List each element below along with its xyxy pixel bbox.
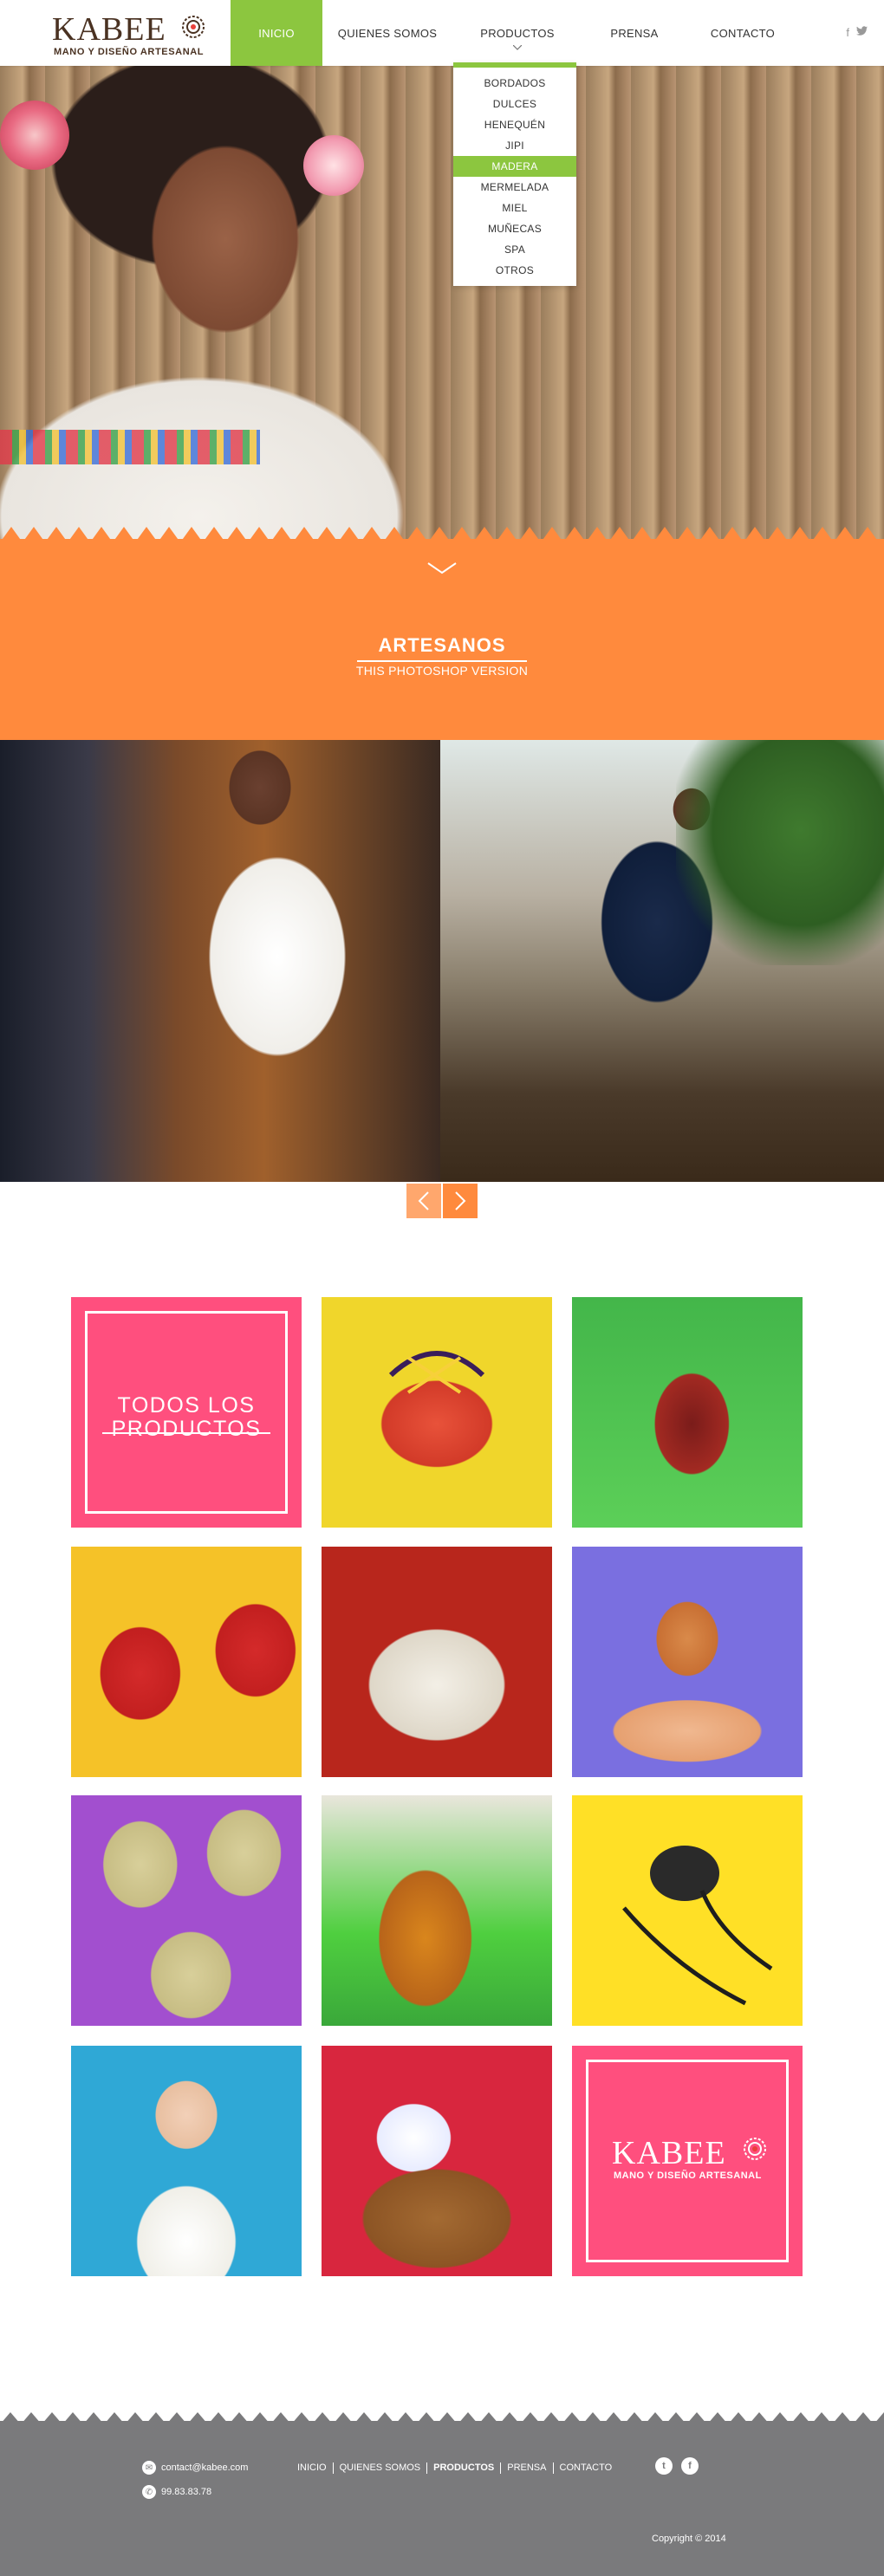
dropdown-item-miel[interactable]: MIEL	[453, 198, 576, 218]
footer-nav: INICIO QUIENES SOMOS PRODUCTOS PRENSA CO…	[291, 2462, 618, 2474]
logo-wordmark: KABEE	[612, 2135, 726, 2171]
flower-icon	[182, 16, 205, 38]
dropdown-item-jipi[interactable]: JIPI	[453, 135, 576, 156]
dropdown-item-bordados[interactable]: BORDADOS	[453, 73, 576, 94]
red-birds-tile[interactable]	[71, 1547, 302, 1777]
flower-icon	[744, 2138, 766, 2160]
chevron-left-icon	[418, 1191, 429, 1210]
basket-lid-pattern	[388, 1351, 485, 1394]
embroidery	[0, 430, 260, 464]
facebook-icon[interactable]: f	[681, 2457, 699, 2475]
productos-dropdown: BORDADOS DULCES HENEQUÉN JIPI MADERA MER…	[453, 62, 576, 286]
band-title-underline	[357, 660, 527, 662]
hair-flower	[0, 101, 69, 170]
site-footer	[0, 2421, 884, 2576]
hero-image-artisan-woman	[0, 66, 884, 539]
zigzag-divider	[0, 527, 884, 542]
envelope-icon: ✉	[142, 2461, 156, 2475]
dropdown-accent-bar	[453, 62, 576, 68]
chevron-down-icon	[513, 45, 522, 50]
dropdown-item-mermelada[interactable]: MERMELADA	[453, 177, 576, 198]
dropdown-item-munecas[interactable]: MUÑECAS	[453, 218, 576, 239]
footer-phone[interactable]: ✆ 99.83.83.78	[142, 2485, 211, 2499]
gallery-photo-embroidery-woman	[0, 740, 440, 1182]
honey-jar-tile[interactable]	[322, 1795, 552, 2026]
hair-flower	[303, 135, 364, 196]
kabee-logo-tile[interactable]: KABEE MANO Y DISEÑO ARTESANAL	[572, 2046, 803, 2276]
footer-nav-inicio[interactable]: INICIO	[291, 2462, 334, 2474]
gift-basket-tile[interactable]	[322, 2046, 552, 2276]
footer-nav-productos[interactable]: PRODUCTOS	[427, 2462, 502, 2474]
doll-tile[interactable]	[71, 2046, 302, 2276]
band-subtitle: THIS PHOTOSHOP VERSION	[355, 664, 529, 678]
twitter-icon[interactable]	[856, 26, 868, 36]
footer-email[interactable]: ✉ contact@kabee.com	[142, 2461, 248, 2475]
logo-tagline: MANO Y DISEÑO ARTESANAL	[54, 47, 205, 57]
chevron-down-icon[interactable]	[426, 561, 458, 575]
dropdown-item-madera[interactable]: MADERA	[453, 156, 576, 177]
spa-bowl-tile[interactable]	[322, 1547, 552, 1777]
footer-social: t f	[655, 2457, 699, 2475]
main-nav: INICIO QUIENES SOMOS PRODUCTOS PRENSA CO…	[231, 0, 799, 66]
footer-phone-text: 99.83.83.78	[161, 2487, 212, 2497]
logo-wordmark: KABEE	[52, 11, 166, 48]
footer-nav-contacto[interactable]: CONTACTO	[554, 2462, 619, 2474]
gallery-next-button[interactable]	[443, 1184, 478, 1218]
nav-item-inicio[interactable]: INICIO	[231, 0, 322, 66]
footer-nav-prensa[interactable]: PRENSA	[501, 2462, 554, 2474]
copyright: Copyright © 2014	[652, 2534, 726, 2544]
nav-item-quienes-somos[interactable]: QUIENES SOMOS	[322, 0, 452, 66]
nav-item-productos[interactable]: PRODUCTOS	[452, 0, 582, 66]
logo-tagline: MANO Y DISEÑO ARTESANAL	[614, 2170, 762, 2181]
twitter-icon[interactable]: t	[655, 2457, 673, 2475]
dropdown-item-spa[interactable]: SPA	[453, 239, 576, 260]
plants	[676, 740, 884, 965]
header-social: f	[846, 26, 868, 39]
turtle-necklace-tile[interactable]	[572, 1795, 803, 2026]
nav-item-productos-label: PRODUCTOS	[480, 26, 555, 40]
footer-nav-quienes-somos[interactable]: QUIENES SOMOS	[334, 2462, 428, 2474]
straw-hearts-tile[interactable]	[71, 1795, 302, 2026]
todos-tile[interactable]: TODOS LOS PRODUCTOS	[71, 1297, 302, 1528]
gallery-prev-button[interactable]	[406, 1184, 441, 1218]
artisans-gallery	[0, 740, 884, 1182]
jam-jar-tile[interactable]	[572, 1297, 803, 1528]
dropdown-item-dulces[interactable]: DULCES	[453, 94, 576, 114]
woven-basket-tile[interactable]	[322, 1297, 552, 1528]
gallery-photo-wood-artisan	[440, 740, 884, 1182]
chevron-right-icon	[455, 1191, 466, 1210]
todos-underline	[102, 1432, 270, 1434]
phone-icon: ✆	[142, 2485, 156, 2499]
turtle-pendant	[622, 1846, 773, 2006]
dropdown-item-henequen[interactable]: HENEQUÉN	[453, 114, 576, 135]
kabee-logo[interactable]: KABEE MANO Y DISEÑO ARTESANAL	[50, 12, 206, 59]
nav-item-prensa[interactable]: PRENSA	[582, 0, 686, 66]
footer-email-text: contact@kabee.com	[161, 2462, 249, 2473]
nav-item-contacto[interactable]: CONTACTO	[686, 0, 799, 66]
facebook-icon[interactable]: f	[846, 26, 849, 39]
candy-jars-tile[interactable]	[572, 1547, 803, 1777]
site-header: KABEE MANO Y DISEÑO ARTESANAL INICIO QUI…	[0, 0, 884, 66]
dropdown-item-otros[interactable]: OTROS	[453, 260, 576, 281]
band-title: ARTESANOS	[378, 634, 506, 656]
